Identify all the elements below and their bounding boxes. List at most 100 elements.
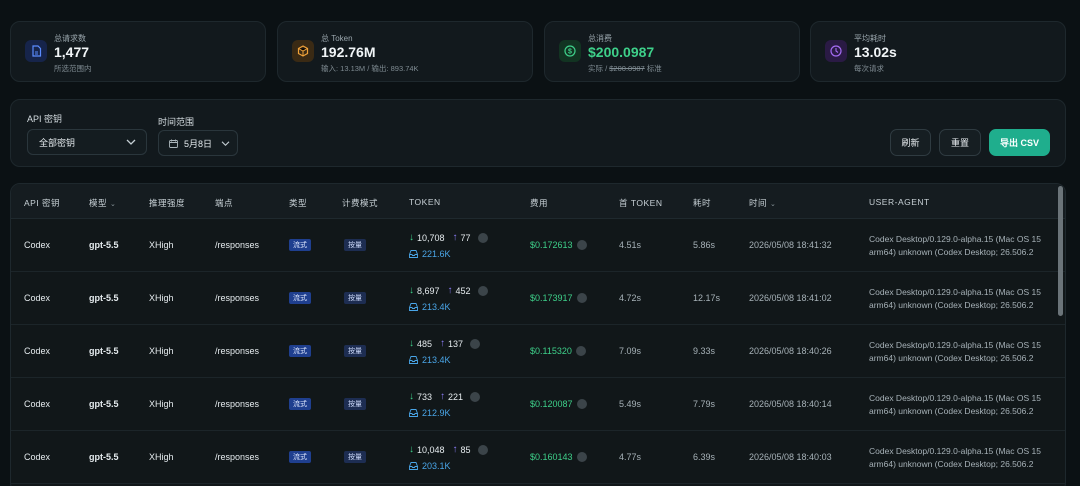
arrow-up-icon: ↑ bbox=[447, 285, 453, 296]
stat-sub-strike: $200.0987 bbox=[609, 64, 645, 73]
cell-duration: 9.33s bbox=[693, 346, 716, 356]
info-icon[interactable] bbox=[576, 293, 587, 303]
time-range-value: 5月8日 bbox=[184, 138, 213, 149]
cell-model: gpt-5.5 bbox=[89, 399, 119, 409]
info-icon[interactable] bbox=[576, 240, 587, 250]
vertical-scrollbar[interactable] bbox=[1058, 186, 1063, 316]
database-icon bbox=[409, 303, 418, 311]
cell-api-key: Codex bbox=[24, 399, 51, 409]
info-icon[interactable] bbox=[477, 232, 488, 243]
cell-first-token: 4.72s bbox=[619, 293, 642, 303]
table-row[interactable]: Codex gpt-5.5 XHigh/responses 流式 按量 ↓ 10,708 ↑ 7… bbox=[11, 219, 1065, 272]
token-cache: 213.4K bbox=[409, 302, 451, 312]
token-input: 733 bbox=[417, 391, 433, 402]
billing-badge: 按量 bbox=[344, 451, 366, 463]
column-time[interactable]: 时间 ⌄ bbox=[749, 197, 776, 209]
info-icon[interactable] bbox=[576, 452, 587, 462]
column-user-agent: USER-AGENT bbox=[869, 197, 930, 207]
cost-value: $0.115320 bbox=[530, 346, 572, 356]
arrow-down-icon: ↓ bbox=[409, 338, 414, 349]
token-cache-value: 221.6K bbox=[422, 249, 451, 259]
column-api-key: API 密钥 bbox=[24, 198, 61, 208]
info-icon[interactable] bbox=[477, 285, 488, 296]
column-type: 类型 bbox=[289, 198, 308, 208]
cell-cost: $0.120087 bbox=[530, 399, 587, 409]
stat-sub: 实际 / $200.0987 标准 bbox=[588, 63, 662, 74]
info-icon[interactable] bbox=[477, 444, 488, 455]
cell-first-token: 5.49s bbox=[619, 399, 642, 409]
stat-card-duration: 平均耗时 13.02s 每次请求 bbox=[810, 21, 1066, 82]
cell-model: gpt-5.5 bbox=[89, 452, 119, 462]
cell-user-agent: Codex Desktop/0.129.0-alpha.15 (Mac OS 1… bbox=[869, 233, 1041, 259]
stat-sub: 每次请求 bbox=[854, 64, 884, 73]
info-icon[interactable] bbox=[575, 346, 586, 356]
chevron-down-icon bbox=[126, 139, 136, 145]
cell-model: gpt-5.5 bbox=[89, 346, 119, 356]
info-icon[interactable] bbox=[470, 338, 481, 349]
stat-value: 192.76M bbox=[321, 44, 376, 60]
box-icon bbox=[292, 40, 314, 62]
api-key-label: API 密钥 bbox=[27, 114, 63, 124]
token-io: ↓ 733 ↑ 221 bbox=[409, 391, 481, 402]
token-cache: 203.1K bbox=[409, 461, 451, 471]
table-row[interactable]: Codex gpt-5.5 XHigh/responses 流式 按量 ↓ 485 ↑ 137 2… bbox=[11, 325, 1065, 378]
column-model[interactable]: 模型 ⌄ bbox=[89, 197, 116, 209]
type-badge: 流式 bbox=[289, 345, 311, 357]
column-billing: 计费模式 bbox=[342, 198, 379, 208]
token-output: 221 bbox=[448, 391, 464, 402]
cost-value: $0.120087 bbox=[530, 399, 573, 409]
info-icon[interactable] bbox=[470, 391, 481, 402]
database-icon bbox=[409, 356, 418, 364]
calendar-icon bbox=[169, 139, 178, 148]
token-output: 77 bbox=[460, 232, 471, 243]
cell-api-key: Codex bbox=[24, 452, 51, 462]
database-icon bbox=[409, 462, 418, 470]
export-csv-button[interactable]: 导出 CSV bbox=[989, 129, 1050, 156]
arrow-up-icon: ↑ bbox=[452, 232, 458, 243]
user-agent-line: Codex Desktop/0.129.0-alpha.15 (Mac OS 1… bbox=[869, 340, 1041, 350]
billing-badge: 按量 bbox=[344, 345, 366, 357]
table-row[interactable]: Codex gpt-5.5 XHigh/responses 流式 按量 ↓ 10,048 ↑ 8… bbox=[11, 431, 1065, 484]
token-input: 485 bbox=[417, 338, 433, 349]
cell-endpoint: /responses bbox=[215, 452, 260, 462]
token-io: ↓ 485 ↑ 137 bbox=[409, 338, 481, 349]
cell-first-token: 4.51s bbox=[619, 240, 642, 250]
token-cache-value: 213.4K bbox=[422, 355, 451, 365]
column-endpoint: 端点 bbox=[215, 198, 234, 208]
reset-button[interactable]: 重置 bbox=[939, 129, 981, 156]
stat-sub: 输入: 13.13M / 输出: 893.74K bbox=[321, 64, 419, 73]
token-output: 137 bbox=[448, 338, 464, 349]
time-range-select[interactable]: 5月8日 bbox=[158, 130, 238, 156]
token-cache-value: 213.4K bbox=[422, 302, 451, 312]
column-model-label: 模型 bbox=[89, 198, 108, 208]
token-cache-value: 203.1K bbox=[422, 461, 451, 471]
table-row[interactable]: Codex gpt-5.5 XHigh/responses 流式 按量 ↓ 733 ↑ 221 2… bbox=[11, 378, 1065, 431]
table-header: API 密钥 模型 ⌄ 推理强度 端点 类型 计费模式 TOKEN 费用 首 TO… bbox=[11, 184, 1065, 219]
cell-endpoint: /responses bbox=[215, 293, 260, 303]
stat-label: 总请求数 bbox=[54, 34, 86, 43]
cell-user-agent: Codex Desktop/0.129.0-alpha.15 (Mac OS 1… bbox=[869, 339, 1041, 365]
svg-text:$: $ bbox=[568, 49, 572, 56]
cell-duration: 5.86s bbox=[693, 240, 716, 250]
cell-time: 2026/05/08 18:40:26 bbox=[749, 346, 832, 356]
refresh-button[interactable]: 刷新 bbox=[890, 129, 931, 156]
info-icon[interactable] bbox=[576, 399, 587, 409]
cell-duration: 6.39s bbox=[693, 452, 716, 462]
cell-cost: $0.173917 bbox=[530, 293, 587, 303]
table-row[interactable]: Codex gpt-5.5 XHigh/responses 流式 按量 ↓ 8,697 ↑ 45… bbox=[11, 272, 1065, 325]
user-agent-line: arm64) unknown (Codex Desktop; 26.506.2 bbox=[869, 300, 1034, 310]
token-io: ↓ 8,697 ↑ 452 bbox=[409, 285, 488, 296]
token-cache: 221.6K bbox=[409, 249, 451, 259]
api-key-select[interactable]: 全部密钥 bbox=[27, 129, 147, 155]
cell-reasoning: XHigh bbox=[149, 293, 174, 303]
cost-value: $0.172613 bbox=[530, 240, 573, 250]
time-range-label: 时间范围 bbox=[158, 117, 195, 127]
stat-value: $200.0987 bbox=[588, 44, 655, 60]
token-input: 10,708 bbox=[417, 232, 445, 243]
user-agent-line: Codex Desktop/0.129.0-alpha.15 (Mac OS 1… bbox=[869, 393, 1041, 403]
chevron-down-icon: ⌄ bbox=[110, 201, 117, 208]
stats-bar: 总请求数 1,477 所选范围内 总 Token 192.76M 输入: 13.… bbox=[10, 21, 1066, 82]
stat-card-requests: 总请求数 1,477 所选范围内 bbox=[10, 21, 266, 82]
cost-value: $0.173917 bbox=[530, 293, 573, 303]
user-agent-line: Codex Desktop/0.129.0-alpha.15 (Mac OS 1… bbox=[869, 287, 1041, 297]
